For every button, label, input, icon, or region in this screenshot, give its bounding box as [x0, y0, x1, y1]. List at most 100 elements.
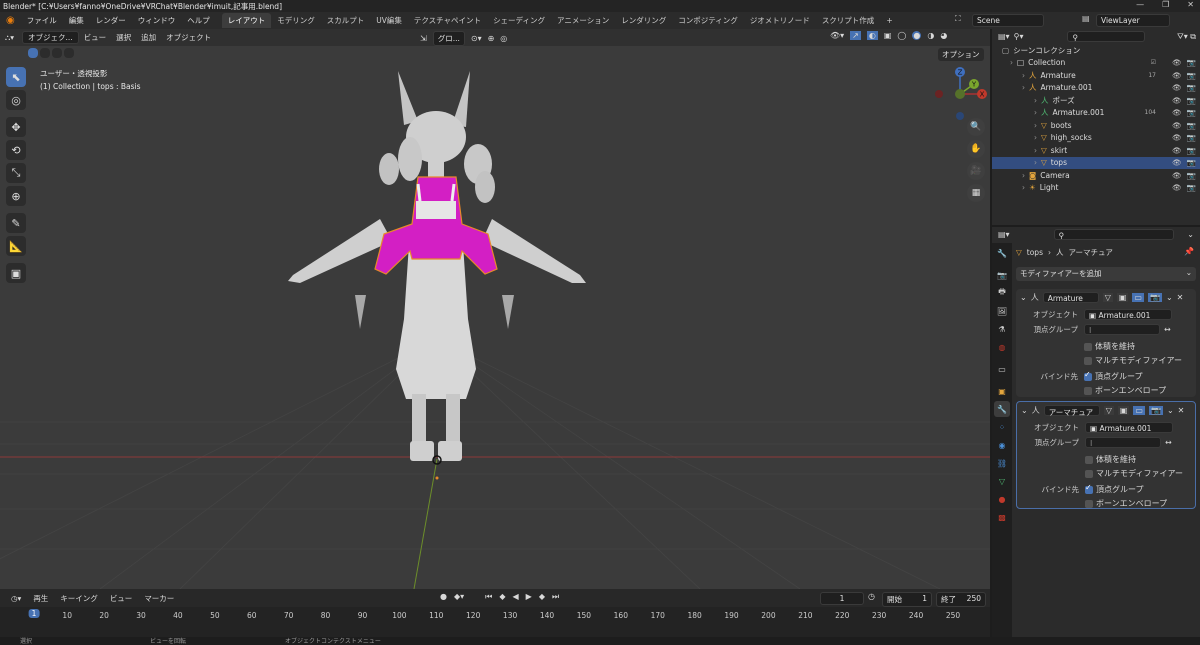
move-tool-icon[interactable]: ✥: [6, 117, 26, 137]
particles-tab-icon[interactable]: ⁘: [994, 419, 1010, 435]
current-frame-field[interactable]: 1: [820, 592, 864, 605]
measure-tool-icon[interactable]: 📐: [6, 236, 26, 256]
jump-end-icon[interactable]: ⏭: [552, 592, 559, 602]
visibility-toggles[interactable]: 👁 📷: [1172, 83, 1196, 92]
multi-modifier-checkbox[interactable]: マルチモディファイアー: [1084, 355, 1196, 366]
collapse-chevron-icon[interactable]: ⌄: [1020, 293, 1027, 302]
cage-toggle-icon[interactable]: ▣: [1116, 293, 1129, 302]
camera-render-icon[interactable]: 📷: [1187, 108, 1196, 117]
bind-vertex-groups-checkbox[interactable]: 頂点グループ: [1084, 370, 1143, 382]
zoom-icon[interactable]: 🔍: [967, 118, 985, 136]
shading-solid-icon[interactable]: ●: [912, 31, 922, 40]
menu-playback[interactable]: 再生: [28, 593, 53, 604]
menu-file[interactable]: ファイル: [21, 15, 63, 26]
visibility-toggles[interactable]: 👁 📷: [1172, 108, 1196, 117]
visibility-toggles[interactable]: 👁 📷: [1172, 58, 1196, 67]
outliner-row[interactable]: › ▽ tops 👁 📷: [992, 156, 1200, 169]
pivot-icon[interactable]: ⊙▾: [471, 34, 482, 43]
vertex-group-field[interactable]: ⁝: [1085, 437, 1161, 448]
add-cube-tool-icon[interactable]: ▣: [6, 263, 26, 283]
end-frame-field[interactable]: 終了 250: [936, 592, 986, 607]
select-subtract-icon[interactable]: [52, 48, 62, 58]
camera-render-icon[interactable]: 📷: [1187, 146, 1196, 155]
add-modifier-button[interactable]: モディファイアーを追加 ⌄: [1016, 267, 1196, 281]
eye-icon[interactable]: 👁: [1172, 183, 1182, 192]
visibility-toggles[interactable]: 👁 📷: [1172, 96, 1196, 105]
camera-render-icon[interactable]: 📷: [1187, 183, 1196, 192]
eye-icon[interactable]: 👁: [1172, 133, 1182, 142]
edit-mode-toggle-icon[interactable]: ▽: [1102, 293, 1113, 302]
remove-modifier-icon[interactable]: ✕: [1177, 293, 1184, 302]
camera-view-icon[interactable]: 🎥: [967, 162, 985, 180]
eye-icon[interactable]: 👁: [1172, 121, 1182, 130]
invert-icon[interactable]: ↔: [1164, 325, 1171, 334]
modifier-name-input[interactable]: アーマチュア: [1043, 405, 1100, 417]
cursor-tool-icon[interactable]: ◎: [6, 90, 26, 110]
tab-animation[interactable]: アニメーション: [551, 13, 615, 28]
vertex-group-field[interactable]: ⁝: [1084, 324, 1160, 335]
shading-wireframe-icon[interactable]: ◯: [897, 31, 906, 40]
pan-hand-icon[interactable]: ✋: [967, 140, 985, 158]
bind-envelopes-checkbox[interactable]: ボーンエンベロープ: [1085, 498, 1195, 509]
proportional-edit-icon[interactable]: ◎: [500, 34, 507, 43]
visibility-toggles[interactable]: 👁 📷: [1172, 183, 1196, 192]
realtime-toggle-icon[interactable]: ▭: [1133, 406, 1145, 415]
eye-icon[interactable]: 👁: [1172, 171, 1182, 180]
modifier-tab-icon[interactable]: 🔧: [994, 401, 1010, 417]
annotate-tool-icon[interactable]: ✎: [6, 213, 26, 233]
world-tab-icon[interactable]: ◍: [994, 339, 1010, 355]
modifier-menu-icon[interactable]: ⌄: [1166, 293, 1173, 302]
select-new-icon[interactable]: [28, 48, 38, 58]
options-button[interactable]: オプション: [938, 48, 984, 61]
eye-icon[interactable]: 👁: [1172, 83, 1182, 92]
tab-modeling[interactable]: モデリング: [271, 13, 321, 28]
outliner-row[interactable]: › 人ポーズ 👁 📷: [992, 94, 1200, 107]
menu-object[interactable]: オブジェクト: [161, 32, 216, 43]
shading-rendered-icon[interactable]: ◕: [940, 31, 947, 40]
menu-edit[interactable]: 編集: [63, 15, 90, 26]
physics-tab-icon[interactable]: ◉: [994, 437, 1010, 453]
eye-icon[interactable]: 👁: [1172, 71, 1182, 80]
clock-icon[interactable]: ◷: [868, 592, 875, 601]
menu-help[interactable]: ヘルプ: [181, 15, 216, 26]
play-reverse-icon[interactable]: ◀: [513, 592, 519, 602]
properties-editor-icon[interactable]: ▤▾: [998, 230, 1010, 239]
scale-tool-icon[interactable]: ⤡: [6, 163, 26, 183]
properties-options-icon[interactable]: ⌄: [1187, 230, 1194, 239]
properties-search-input[interactable]: ⚲: [1053, 228, 1174, 240]
camera-render-icon[interactable]: 📷: [1187, 71, 1196, 80]
remove-modifier-icon[interactable]: ✕: [1178, 406, 1185, 415]
navigation-gizmo[interactable]: Z Y X: [930, 64, 990, 124]
cage-toggle-icon[interactable]: ▣: [1117, 406, 1130, 415]
preserve-volume-checkbox[interactable]: 体積を維持: [1085, 454, 1195, 465]
select-invert-icon[interactable]: [64, 48, 74, 58]
start-frame-field[interactable]: 開始 1: [882, 592, 932, 607]
expand-arrow-icon[interactable]: ›: [1022, 83, 1025, 92]
modifier-name-input[interactable]: Armature: [1042, 292, 1099, 303]
shading-material-icon[interactable]: ◑: [927, 31, 934, 40]
outliner-row[interactable]: › ▽ boots 👁 📷: [992, 119, 1200, 132]
view-layer-tab-icon[interactable]: 🖼: [994, 303, 1010, 319]
bind-envelopes-checkbox[interactable]: ボーンエンベロープ: [1084, 385, 1196, 396]
camera-render-icon[interactable]: 📷: [1187, 121, 1196, 130]
rotate-tool-icon[interactable]: ⟲: [6, 140, 26, 160]
tab-uv-editing[interactable]: UV編集: [370, 13, 408, 28]
maximize-button[interactable]: ❐: [1162, 0, 1169, 9]
expand-arrow-icon[interactable]: ›: [1010, 58, 1013, 67]
editor-type-icon[interactable]: ⛬▾: [0, 33, 19, 43]
bind-vertex-groups-checkbox[interactable]: 頂点グループ: [1085, 483, 1144, 495]
outliner-row[interactable]: › ◙ Camera 👁 📷: [992, 169, 1200, 182]
blender-logo-icon[interactable]: ◉: [0, 15, 21, 26]
tab-rendering[interactable]: レンダリング: [615, 13, 672, 28]
outliner-row[interactable]: › 人 Armature.001 104 👁 📷: [992, 107, 1200, 120]
preserve-volume-checkbox[interactable]: 体積を維持: [1084, 341, 1196, 352]
constraints-tab-icon[interactable]: ⛓: [994, 455, 1010, 471]
pin-icon[interactable]: 📌: [1184, 247, 1194, 256]
menu-render[interactable]: レンダー: [90, 15, 132, 26]
menu-select[interactable]: 選択: [111, 32, 136, 43]
gizmo-toggle-icon[interactable]: ↗: [850, 31, 861, 40]
menu-timeline-view[interactable]: ビュー: [105, 593, 138, 604]
realtime-toggle-icon[interactable]: ▭: [1132, 293, 1144, 302]
mode-selector[interactable]: オブジェク...: [22, 31, 79, 44]
menu-window[interactable]: ウィンドウ: [132, 15, 182, 26]
